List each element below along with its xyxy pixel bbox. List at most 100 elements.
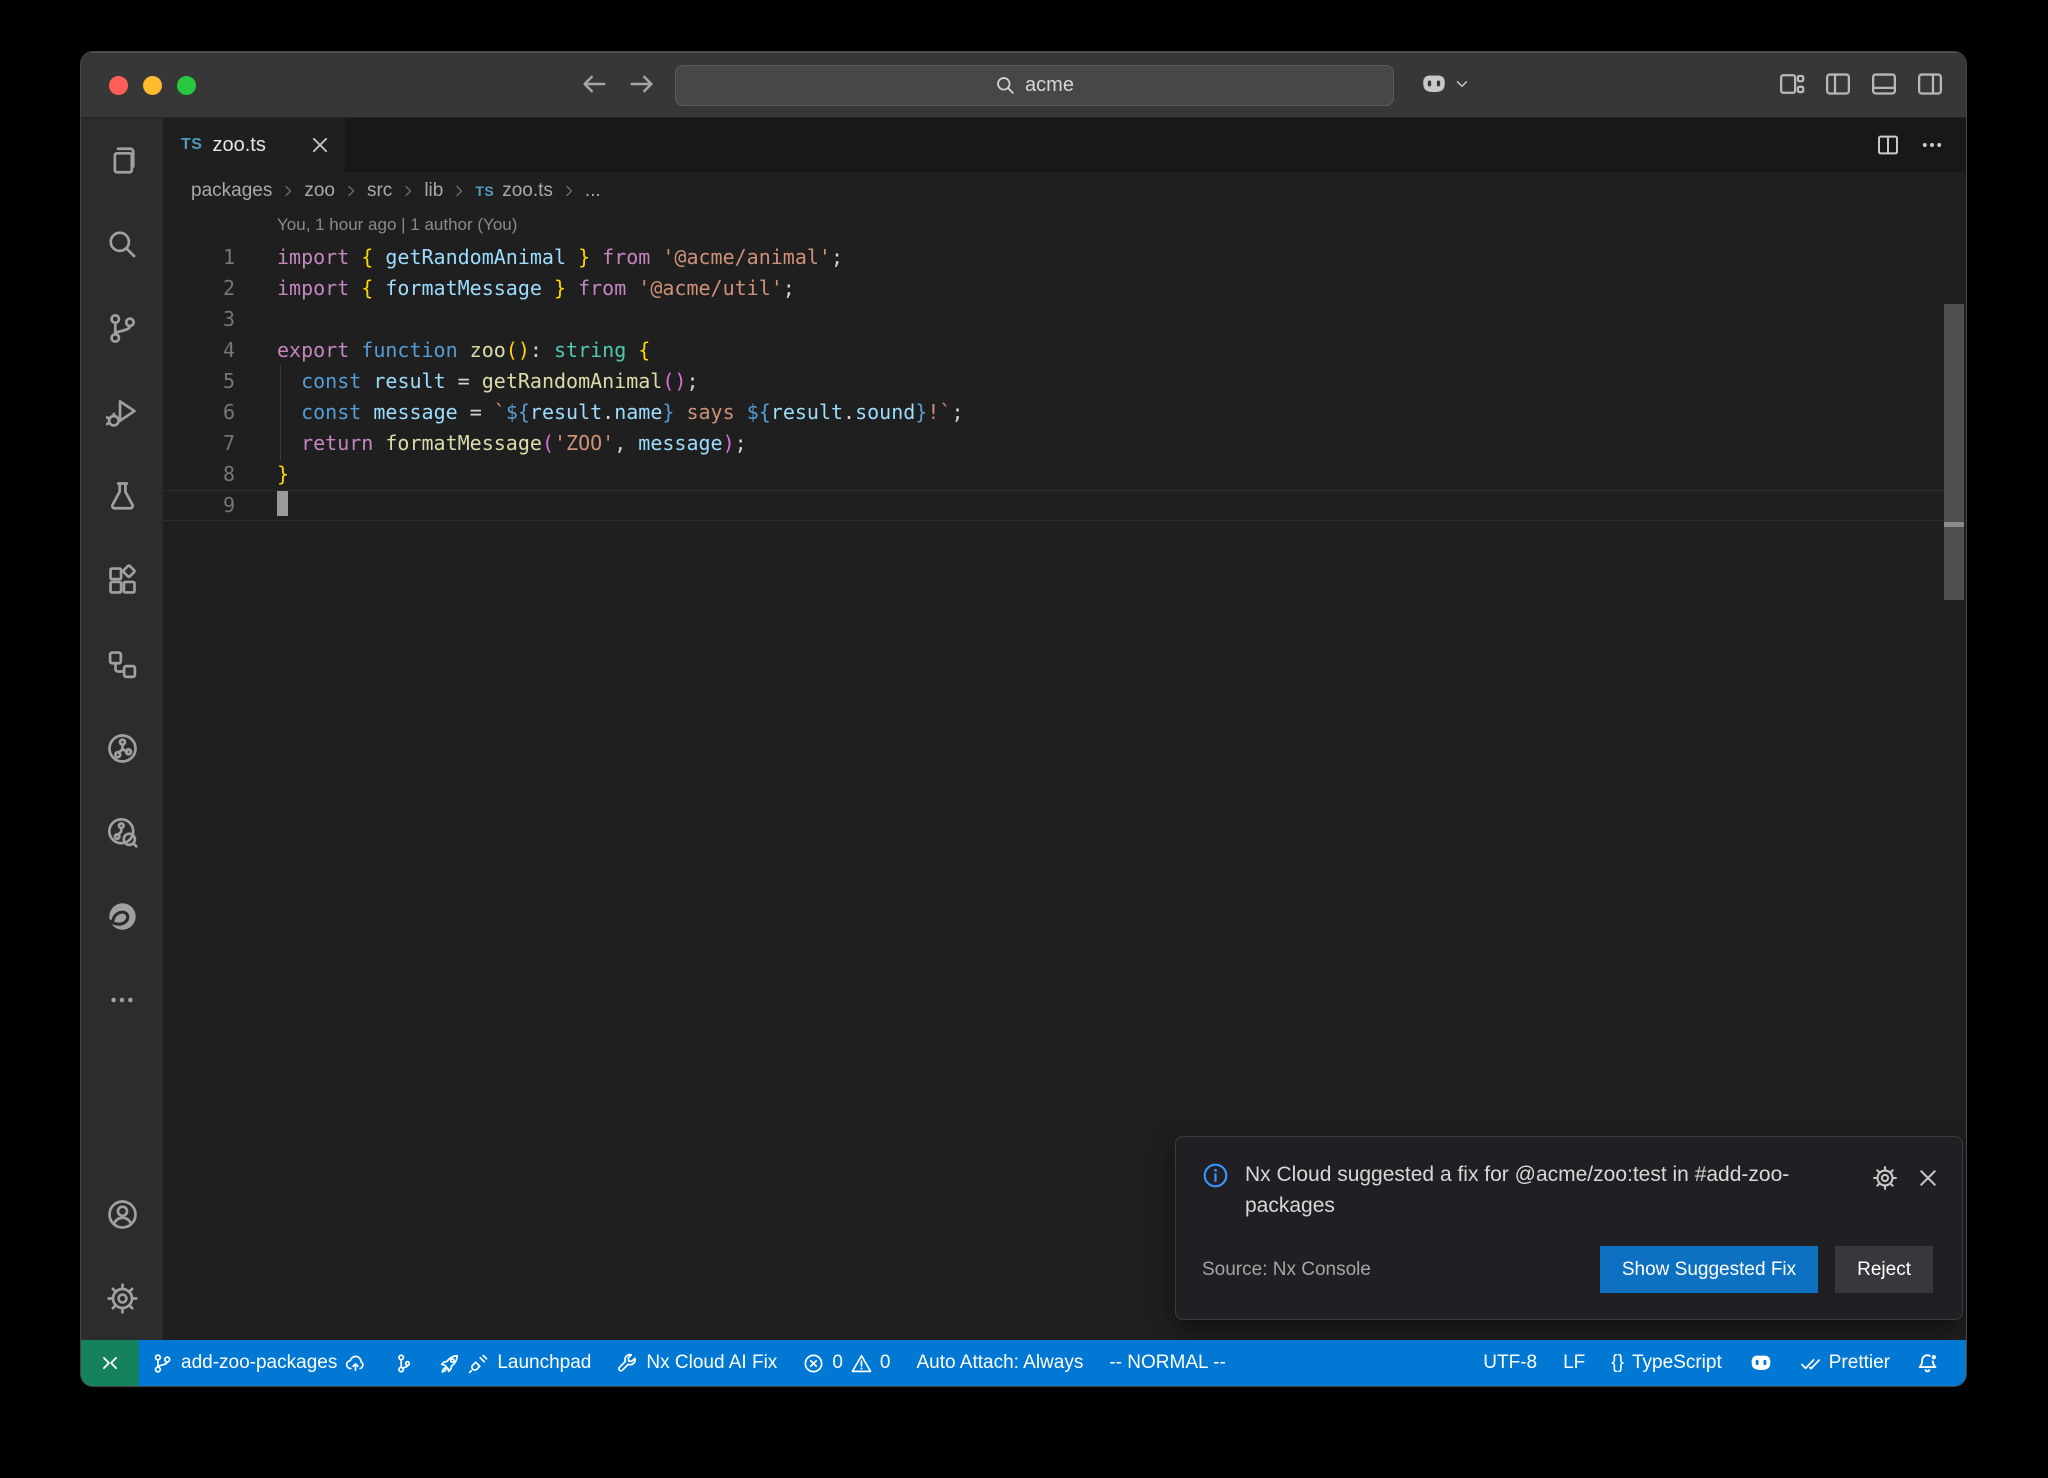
status-bar: add-zoo-packages Launchpad Nx Cloud AI F…	[81, 1340, 1966, 1386]
back-icon[interactable]	[579, 69, 609, 99]
activity-edge-tools[interactable]	[81, 874, 163, 958]
breadcrumb-item-lib[interactable]: lib	[424, 180, 443, 202]
toggle-panel-icon[interactable]	[1870, 70, 1898, 98]
toggle-sidebar-icon[interactable]	[1824, 70, 1852, 98]
command-center-search[interactable]: acme	[675, 65, 1394, 106]
editor-more-actions-icon[interactable]	[1920, 133, 1944, 157]
copilot-icon	[1419, 69, 1449, 99]
commit-graph-icon	[392, 1353, 413, 1374]
extensions-icon	[106, 564, 139, 597]
code-line-3[interactable]: 3	[163, 304, 1966, 335]
files-icon	[106, 144, 139, 177]
vim-mode-status[interactable]: -- NORMAL --	[1096, 1340, 1238, 1386]
code-text: }	[277, 459, 289, 490]
code-line-7[interactable]: 7 return formatMessage('ZOO', message);	[163, 428, 1966, 459]
breadcrumb-item-file[interactable]: zoo.ts	[502, 180, 553, 202]
activity-extensions[interactable]	[81, 538, 163, 622]
code-line-6[interactable]: 6 const message = `${result.name} says $…	[163, 397, 1966, 428]
notification-settings-icon[interactable]	[1872, 1165, 1898, 1191]
code-text: export function zoo(): string {	[277, 335, 650, 366]
notification-message: Nx Cloud suggested a fix for @acme/zoo:t…	[1245, 1159, 1802, 1221]
line-number[interactable]: 2	[163, 273, 235, 304]
plug-icon	[468, 1353, 489, 1374]
git-branch-status[interactable]: add-zoo-packages	[139, 1340, 379, 1386]
notification-source: Source: Nx Console	[1202, 1259, 1371, 1281]
source-control-graph-status[interactable]	[379, 1340, 426, 1386]
activity-source-control[interactable]	[81, 286, 163, 370]
toggle-secondary-sidebar-icon[interactable]	[1916, 70, 1944, 98]
hierarchy-icon	[106, 648, 139, 681]
indent-guide	[280, 427, 281, 460]
notifications-status[interactable]	[1903, 1340, 1952, 1386]
eol-status[interactable]: LF	[1550, 1340, 1598, 1386]
line-number[interactable]: 1	[163, 242, 235, 273]
vertical-scrollbar[interactable]	[1944, 304, 1964, 600]
chevron-right-icon	[343, 183, 359, 199]
line-number[interactable]: 3	[163, 304, 235, 335]
activity-testing[interactable]	[81, 454, 163, 538]
code-line-9[interactable]: 9	[163, 490, 1966, 521]
braces-icon: {}	[1611, 1352, 1624, 1374]
problems-status[interactable]: 0 0	[790, 1340, 903, 1386]
chevron-down-icon	[1453, 75, 1471, 93]
branch-name: add-zoo-packages	[181, 1352, 337, 1374]
line-number[interactable]: 7	[163, 428, 235, 459]
line-number[interactable]: 6	[163, 397, 235, 428]
nx-cloud-ai-fix-status[interactable]: Nx Cloud AI Fix	[604, 1340, 790, 1386]
double-check-icon	[1800, 1353, 1821, 1374]
activity-run-debug[interactable]	[81, 370, 163, 454]
close-window-button[interactable]	[109, 76, 128, 95]
copilot-icon	[1748, 1350, 1774, 1376]
show-suggested-fix-button[interactable]: Show Suggested Fix	[1600, 1246, 1818, 1293]
code-line-1[interactable]: 1import { getRandomAnimal } from '@acme/…	[163, 242, 1966, 273]
line-number[interactable]: 5	[163, 366, 235, 397]
gear-icon	[106, 1282, 139, 1315]
tab-zoo-ts[interactable]: TS zoo.ts	[163, 118, 345, 172]
activity-explorer[interactable]	[81, 118, 163, 202]
minimize-window-button[interactable]	[143, 76, 162, 95]
code-line-8[interactable]: 8}	[163, 459, 1966, 490]
activity-more[interactable]	[81, 958, 163, 1042]
notification-close-icon[interactable]	[1916, 1166, 1940, 1190]
encoding-status[interactable]: UTF-8	[1470, 1340, 1550, 1386]
auto-attach-status[interactable]: Auto Attach: Always	[903, 1340, 1096, 1386]
breadcrumb-item-packages[interactable]: packages	[191, 180, 272, 202]
activity-hierarchy[interactable]	[81, 622, 163, 706]
code-line-5[interactable]: 5 const result = getRandomAnimal();	[163, 366, 1966, 397]
git-blame-codelens[interactable]: You, 1 hour ago | 1 author (You)	[163, 210, 1966, 242]
breadcrumb-item-symbol[interactable]: ...	[585, 180, 601, 202]
formatter-status[interactable]: Prettier	[1787, 1340, 1903, 1386]
search-icon	[106, 228, 139, 261]
titlebar: acme	[81, 52, 1966, 118]
copilot-status[interactable]	[1735, 1340, 1787, 1386]
breadcrumb-item-zoo[interactable]: zoo	[304, 180, 335, 202]
activity-account[interactable]	[81, 1172, 163, 1256]
remote-icon	[99, 1352, 121, 1374]
zoom-window-button[interactable]	[177, 76, 196, 95]
remote-indicator[interactable]	[81, 1340, 139, 1386]
activity-gitlens-inspect[interactable]	[81, 790, 163, 874]
activity-search[interactable]	[81, 202, 163, 286]
launchpad-label: Launchpad	[497, 1352, 591, 1374]
launchpad-status[interactable]: Launchpad	[426, 1340, 604, 1386]
code-line-4[interactable]: 4 export function zoo(): string {	[163, 335, 1966, 366]
breadcrumb: packages zoo src lib TS zoo.ts ...	[163, 172, 1966, 210]
customize-layout-icon[interactable]	[1778, 70, 1806, 98]
line-number[interactable]: 9	[163, 490, 235, 521]
code-text: const result = getRandomAnimal();	[277, 366, 699, 397]
reject-button[interactable]: Reject	[1835, 1246, 1933, 1293]
copilot-menu-button[interactable]	[1419, 69, 1471, 99]
activity-gitlens[interactable]	[81, 706, 163, 790]
forward-icon[interactable]	[627, 69, 657, 99]
code-line-2[interactable]: 2import { formatMessage } from '@acme/ut…	[163, 273, 1966, 304]
error-count: 0	[832, 1352, 843, 1374]
notification-toast: Nx Cloud suggested a fix for @acme/zoo:t…	[1175, 1136, 1963, 1320]
breadcrumb-item-src[interactable]: src	[367, 180, 392, 202]
activity-settings[interactable]	[81, 1256, 163, 1340]
line-number[interactable]: 4	[163, 335, 235, 366]
line-number[interactable]: 8	[163, 459, 235, 490]
close-tab-icon[interactable]	[309, 134, 331, 156]
language-status[interactable]: {} TypeScript	[1598, 1340, 1734, 1386]
error-icon	[803, 1353, 824, 1374]
split-editor-icon[interactable]	[1876, 133, 1900, 157]
